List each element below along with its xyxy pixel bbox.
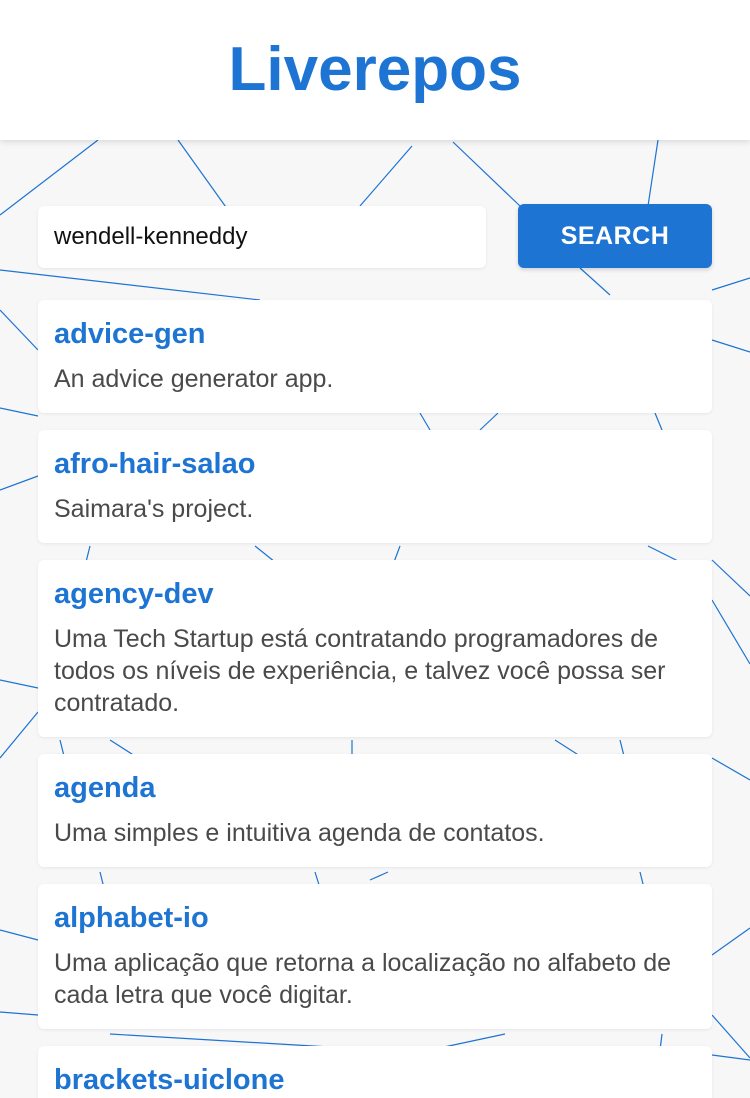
app-page: Liverepos SEARCH advice-gen An advice ge… — [0, 0, 750, 1098]
search-button[interactable]: SEARCH — [518, 204, 712, 268]
repo-list: advice-gen An advice generator app. afro… — [38, 300, 712, 1098]
repo-name-link[interactable]: afro-hair-salao — [54, 446, 696, 482]
repo-name-link[interactable]: brackets-uiclone — [54, 1062, 696, 1098]
repo-name-link[interactable]: agency-dev — [54, 576, 696, 612]
search-input[interactable] — [38, 206, 486, 268]
repo-description: Uma simples e intuitiva agenda de contat… — [54, 819, 545, 847]
repo-description: An advice generator app. — [54, 365, 334, 393]
repo-name-link[interactable]: agenda — [54, 770, 696, 806]
repo-card: alphabet-io Uma aplicação que retorna a … — [38, 884, 712, 1029]
repo-description: Saimara's project. — [54, 495, 254, 523]
repo-description: Uma aplicação que retorna a localização … — [54, 949, 672, 1009]
app-header: Liverepos — [0, 0, 750, 140]
search-bar: SEARCH — [38, 204, 712, 268]
repo-name-link[interactable]: alphabet-io — [54, 900, 696, 936]
repo-card: agenda Uma simples e intuitiva agenda de… — [38, 754, 712, 867]
repo-card: advice-gen An advice generator app. — [38, 300, 712, 413]
repo-card: brackets-uiclone — [38, 1046, 712, 1098]
repo-card: afro-hair-salao Saimara's project. — [38, 430, 712, 543]
repo-description: Uma Tech Startup está contratando progra… — [54, 625, 666, 717]
app-title: Liverepos — [228, 34, 522, 104]
repo-name-link[interactable]: advice-gen — [54, 316, 696, 352]
repo-card: agency-dev Uma Tech Startup está contrat… — [38, 560, 712, 737]
